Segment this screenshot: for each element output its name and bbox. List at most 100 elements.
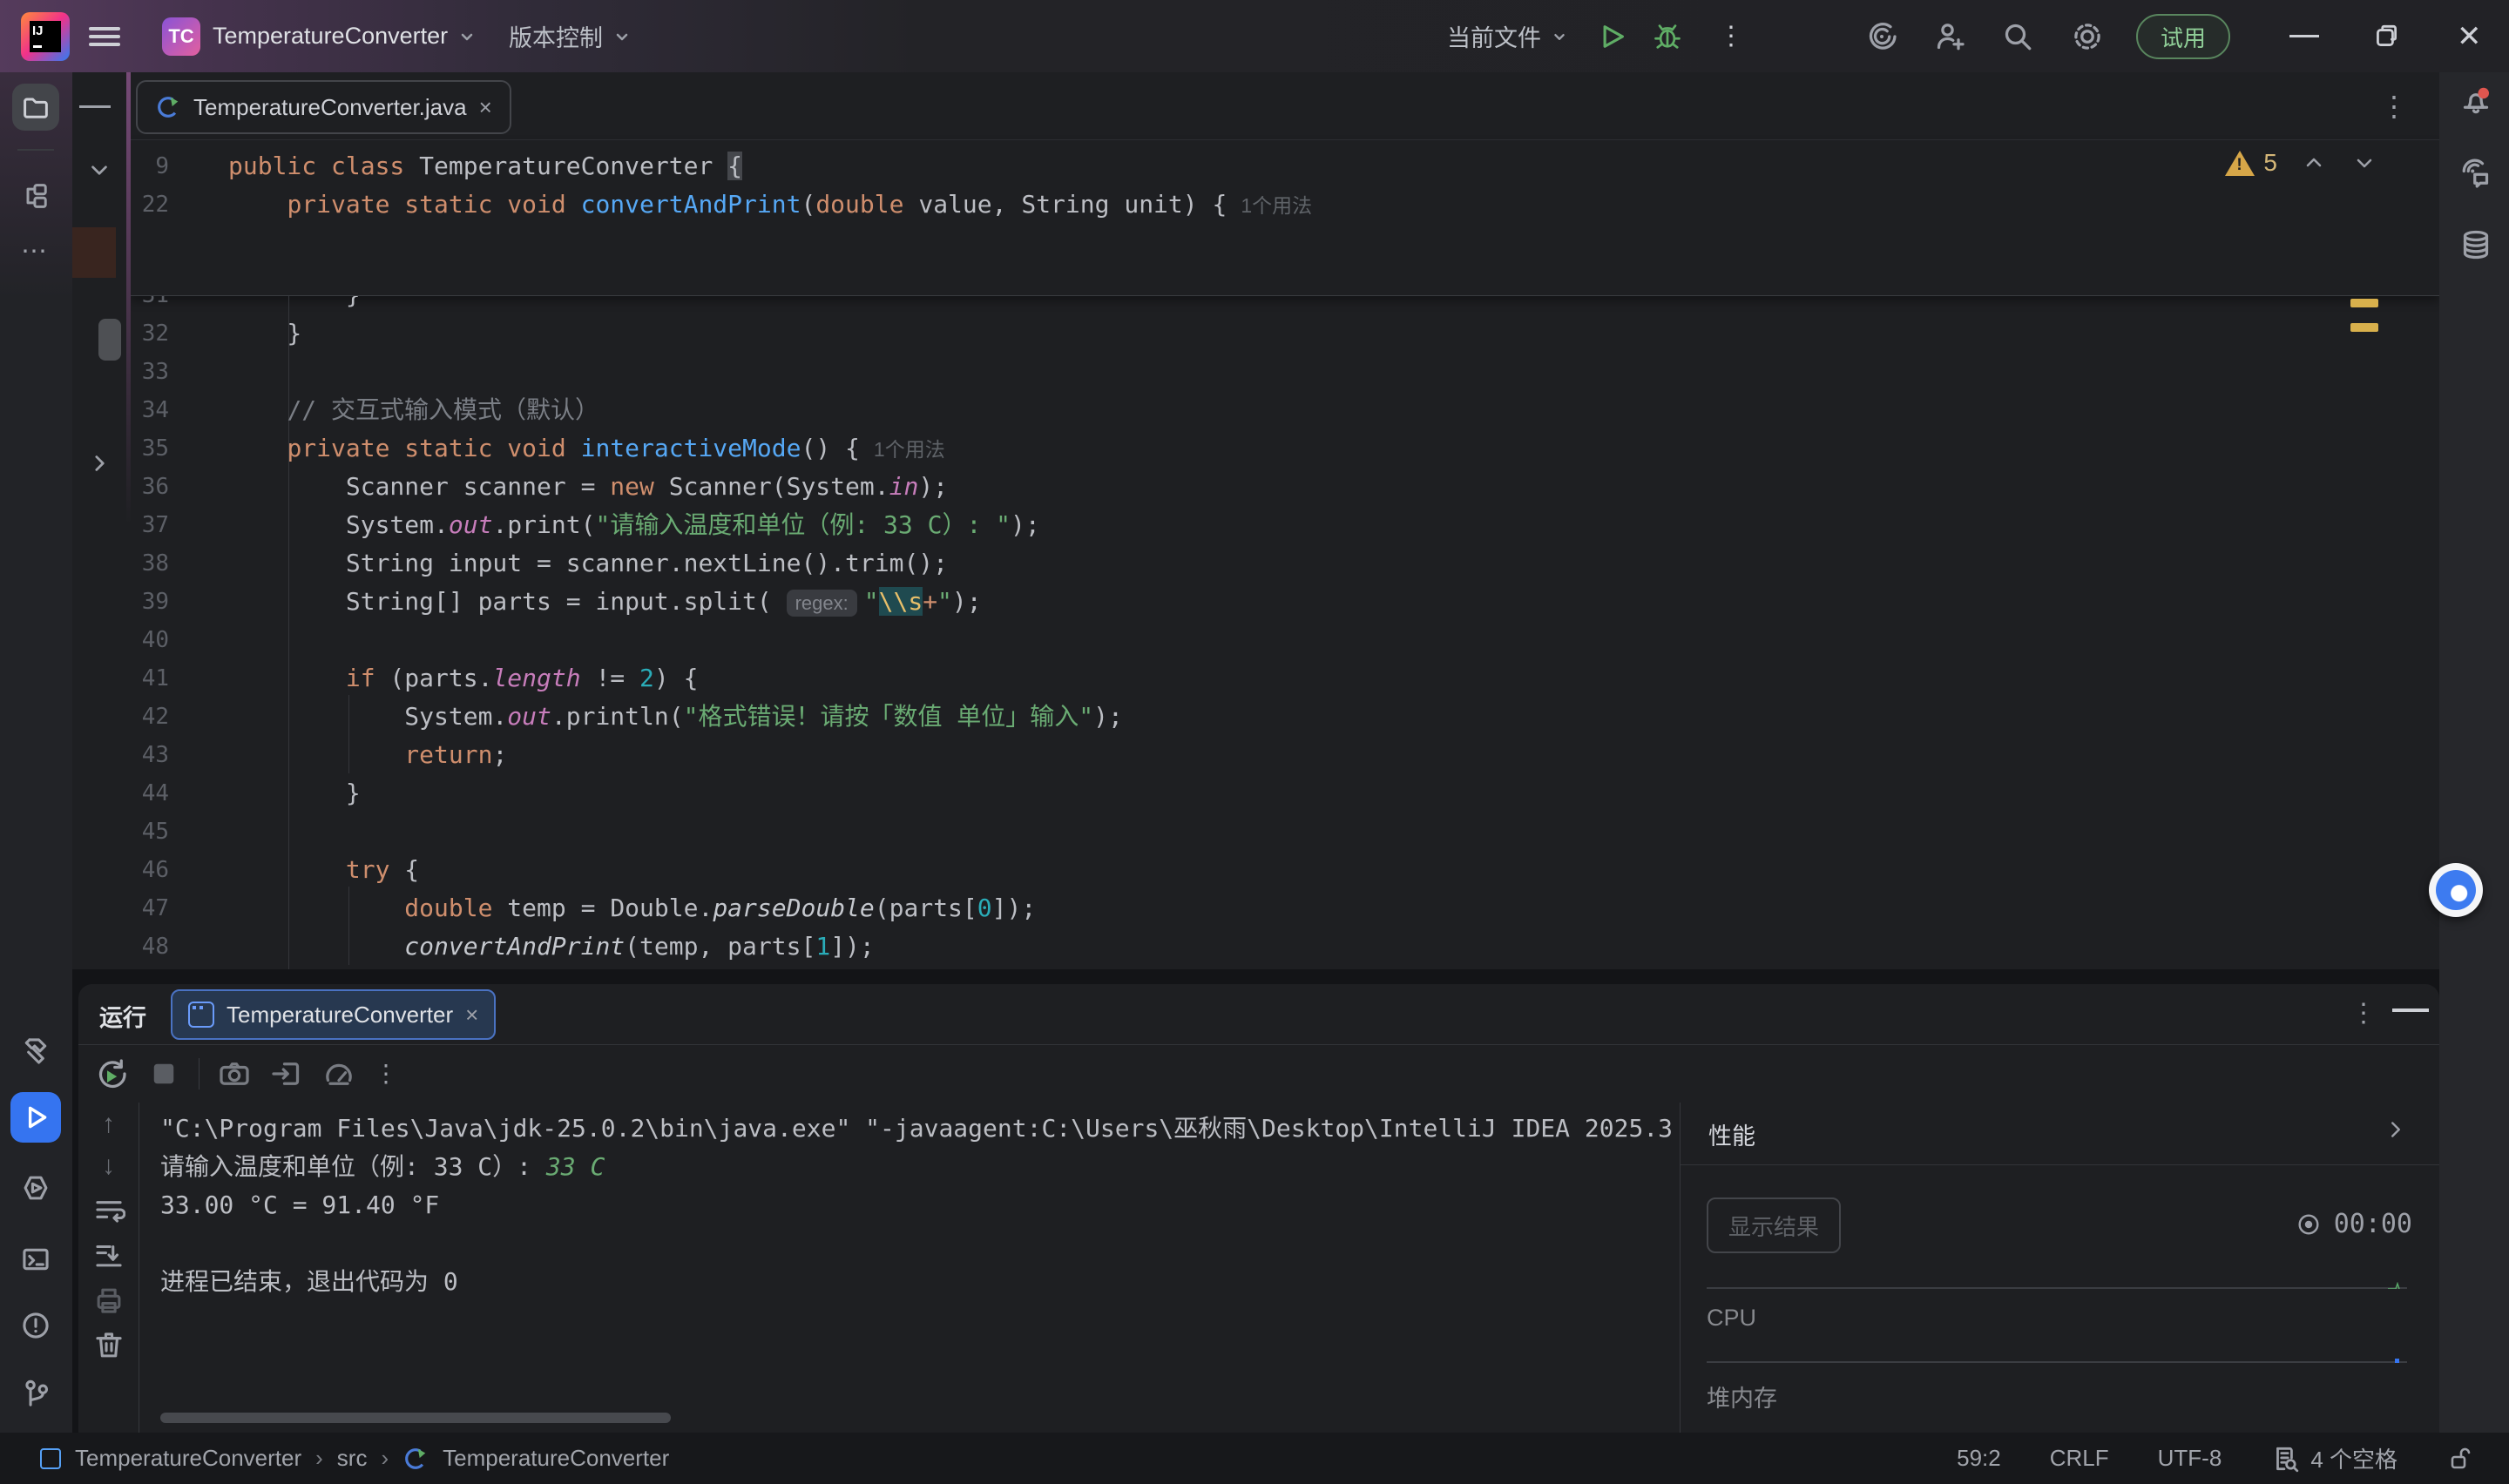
editor-area: TemperatureConverter.java × ⋮ 9public cl… xyxy=(131,72,2439,969)
file-tab-label: TemperatureConverter.java xyxy=(193,94,467,121)
minimize-icon[interactable] xyxy=(2289,0,2319,72)
line-number: 48 xyxy=(131,928,181,966)
chevron-down-icon[interactable] xyxy=(85,155,114,185)
problems-tool-button[interactable] xyxy=(12,1302,59,1349)
close-icon[interactable]: × xyxy=(479,94,492,121)
attach-profiler-icon[interactable] xyxy=(269,1056,304,1091)
services-tool-button[interactable] xyxy=(12,1164,59,1211)
vcs-dropdown[interactable]: 版本控制 xyxy=(509,0,632,72)
database-button[interactable] xyxy=(2458,227,2493,262)
database-icon xyxy=(2458,227,2493,262)
project-name-dropdown[interactable]: TemperatureConverter xyxy=(213,0,477,72)
project-badge[interactable]: TC xyxy=(162,17,200,56)
run-configuration-tab[interactable]: TemperatureConverter × xyxy=(171,989,496,1040)
run-configuration-dropdown[interactable]: 当前文件 xyxy=(1447,0,1569,72)
line-number: 31 xyxy=(131,296,181,314)
scrollbar-thumb[interactable] xyxy=(98,319,121,361)
run-options-icon[interactable]: ⋮ xyxy=(2350,998,2377,1029)
line-number: 46 xyxy=(131,851,181,889)
cpu-sparkline xyxy=(1707,1287,2407,1289)
trial-button[interactable]: 试用 xyxy=(2136,14,2230,59)
ide-window: IJ TC TemperatureConverter 版本控制 当前文件 ⋮ xyxy=(0,0,2509,1484)
next-occurrence-icon[interactable]: ↓ xyxy=(102,1151,115,1181)
line-number: 42 xyxy=(131,698,181,736)
console-hscrollbar[interactable] xyxy=(160,1413,671,1423)
error-stripe-mark xyxy=(72,227,116,278)
camera-icon[interactable] xyxy=(217,1056,252,1091)
run-tab-label: TemperatureConverter xyxy=(227,1002,453,1029)
next-warning-icon[interactable] xyxy=(2350,149,2378,177)
code-line: 48 convertAndPrint(temp, parts[1]); xyxy=(131,928,2439,966)
line-number: 38 xyxy=(131,544,181,583)
code-line: 45 xyxy=(131,813,2439,851)
version-control-tool-button[interactable] xyxy=(12,1370,59,1417)
code-line: 9public class TemperatureConverter { xyxy=(131,147,2439,186)
inspections-widget[interactable]: 5 xyxy=(2225,149,2378,177)
rerun-icon[interactable] xyxy=(94,1056,129,1091)
caret-position[interactable]: 59:2 xyxy=(1957,1445,2001,1472)
code-line: 44 } xyxy=(131,774,2439,813)
breadcrumb-src[interactable]: src xyxy=(337,1445,368,1472)
prev-warning-icon[interactable] xyxy=(2300,149,2328,177)
indent-icon xyxy=(2270,1444,2300,1474)
line-number: 44 xyxy=(131,774,181,813)
play-icon xyxy=(21,1103,51,1132)
tab-options-icon[interactable]: ⋮ xyxy=(2380,90,2408,123)
line-number: 33 xyxy=(131,353,181,391)
indent-setting[interactable]: 4 个空格 xyxy=(2270,1442,2397,1474)
java-class-icon xyxy=(155,94,181,120)
title-bar: IJ TC TemperatureConverter 版本控制 当前文件 ⋮ xyxy=(0,0,2509,72)
gauge-icon[interactable] xyxy=(321,1056,356,1091)
floating-assistant-badge[interactable] xyxy=(2429,863,2483,917)
add-user-icon[interactable] xyxy=(1932,0,1967,72)
run-tool-button[interactable] xyxy=(10,1092,61,1143)
project-tool-button[interactable] xyxy=(12,84,59,131)
lock-open-icon[interactable] xyxy=(2446,1445,2474,1473)
soft-wrap-icon[interactable] xyxy=(92,1193,125,1226)
run-icon[interactable] xyxy=(1596,0,1627,72)
debug-icon[interactable] xyxy=(1652,0,1683,72)
ai-assistant-icon[interactable] xyxy=(1864,0,1899,72)
more-actions-icon[interactable]: ⋮ xyxy=(1718,0,1744,72)
status-bar: TemperatureConverter › src › Temperature… xyxy=(0,1433,2509,1484)
chevron-down-icon xyxy=(612,26,632,47)
code-line: 49 } catch (NumberFormatException e) { xyxy=(131,966,2439,969)
hide-panel-icon[interactable] xyxy=(2392,1008,2429,1012)
ai-chat-button[interactable] xyxy=(2458,156,2493,191)
close-icon[interactable]: × xyxy=(465,1002,478,1029)
chevron-right-icon[interactable] xyxy=(2383,1116,2409,1143)
line-separator[interactable]: CRLF xyxy=(2050,1445,2109,1472)
warning-icon xyxy=(2225,151,2255,176)
code-line: 40 xyxy=(131,621,2439,659)
code-viewport[interactable]: 31 }32 }3334 // 交互式输入模式（默认）35 private st… xyxy=(131,296,2439,969)
terminal-tool-button[interactable] xyxy=(12,1236,59,1283)
file-encoding[interactable]: UTF-8 xyxy=(2158,1445,2222,1472)
collapse-icon[interactable] xyxy=(79,105,111,108)
print-icon[interactable] xyxy=(92,1284,125,1317)
structure-tool-button[interactable] xyxy=(12,172,59,219)
build-tool-button[interactable] xyxy=(12,1028,59,1075)
search-icon[interactable] xyxy=(2000,0,2035,72)
clear-all-icon[interactable] xyxy=(92,1329,125,1362)
close-icon[interactable]: ✕ xyxy=(2457,0,2482,72)
chevron-down-icon xyxy=(1550,27,1569,46)
maximize-icon[interactable] xyxy=(2371,0,2401,72)
line-number: 37 xyxy=(131,506,181,544)
console-output[interactable]: "C:\Program Files\Java\jdk-25.0.2\bin\ja… xyxy=(160,1110,1676,1397)
toolbar-more-icon[interactable]: ⋮ xyxy=(374,1059,398,1088)
console-toolbar: ↑ ↓ xyxy=(78,1103,139,1433)
scroll-to-end-icon[interactable] xyxy=(92,1238,125,1272)
main-menu-icon[interactable] xyxy=(89,0,120,72)
more-tool-windows-icon[interactable]: ⋯ xyxy=(12,227,59,274)
prev-occurrence-icon[interactable]: ↑ xyxy=(102,1110,115,1139)
settings-icon[interactable] xyxy=(2070,0,2105,72)
chevron-right-icon[interactable] xyxy=(85,449,114,478)
run-panel-title: 运行 xyxy=(99,999,146,1033)
breadcrumb-project[interactable]: TemperatureConverter xyxy=(75,1445,301,1472)
show-results-button[interactable]: 显示结果 xyxy=(1707,1197,1841,1253)
editor-splitter-strip xyxy=(72,72,131,969)
breadcrumb-class[interactable]: TemperatureConverter xyxy=(443,1445,669,1472)
notifications-button[interactable] xyxy=(2458,84,2493,119)
file-tab[interactable]: TemperatureConverter.java × xyxy=(136,80,511,134)
performance-title: 性能 xyxy=(1708,1117,1755,1151)
